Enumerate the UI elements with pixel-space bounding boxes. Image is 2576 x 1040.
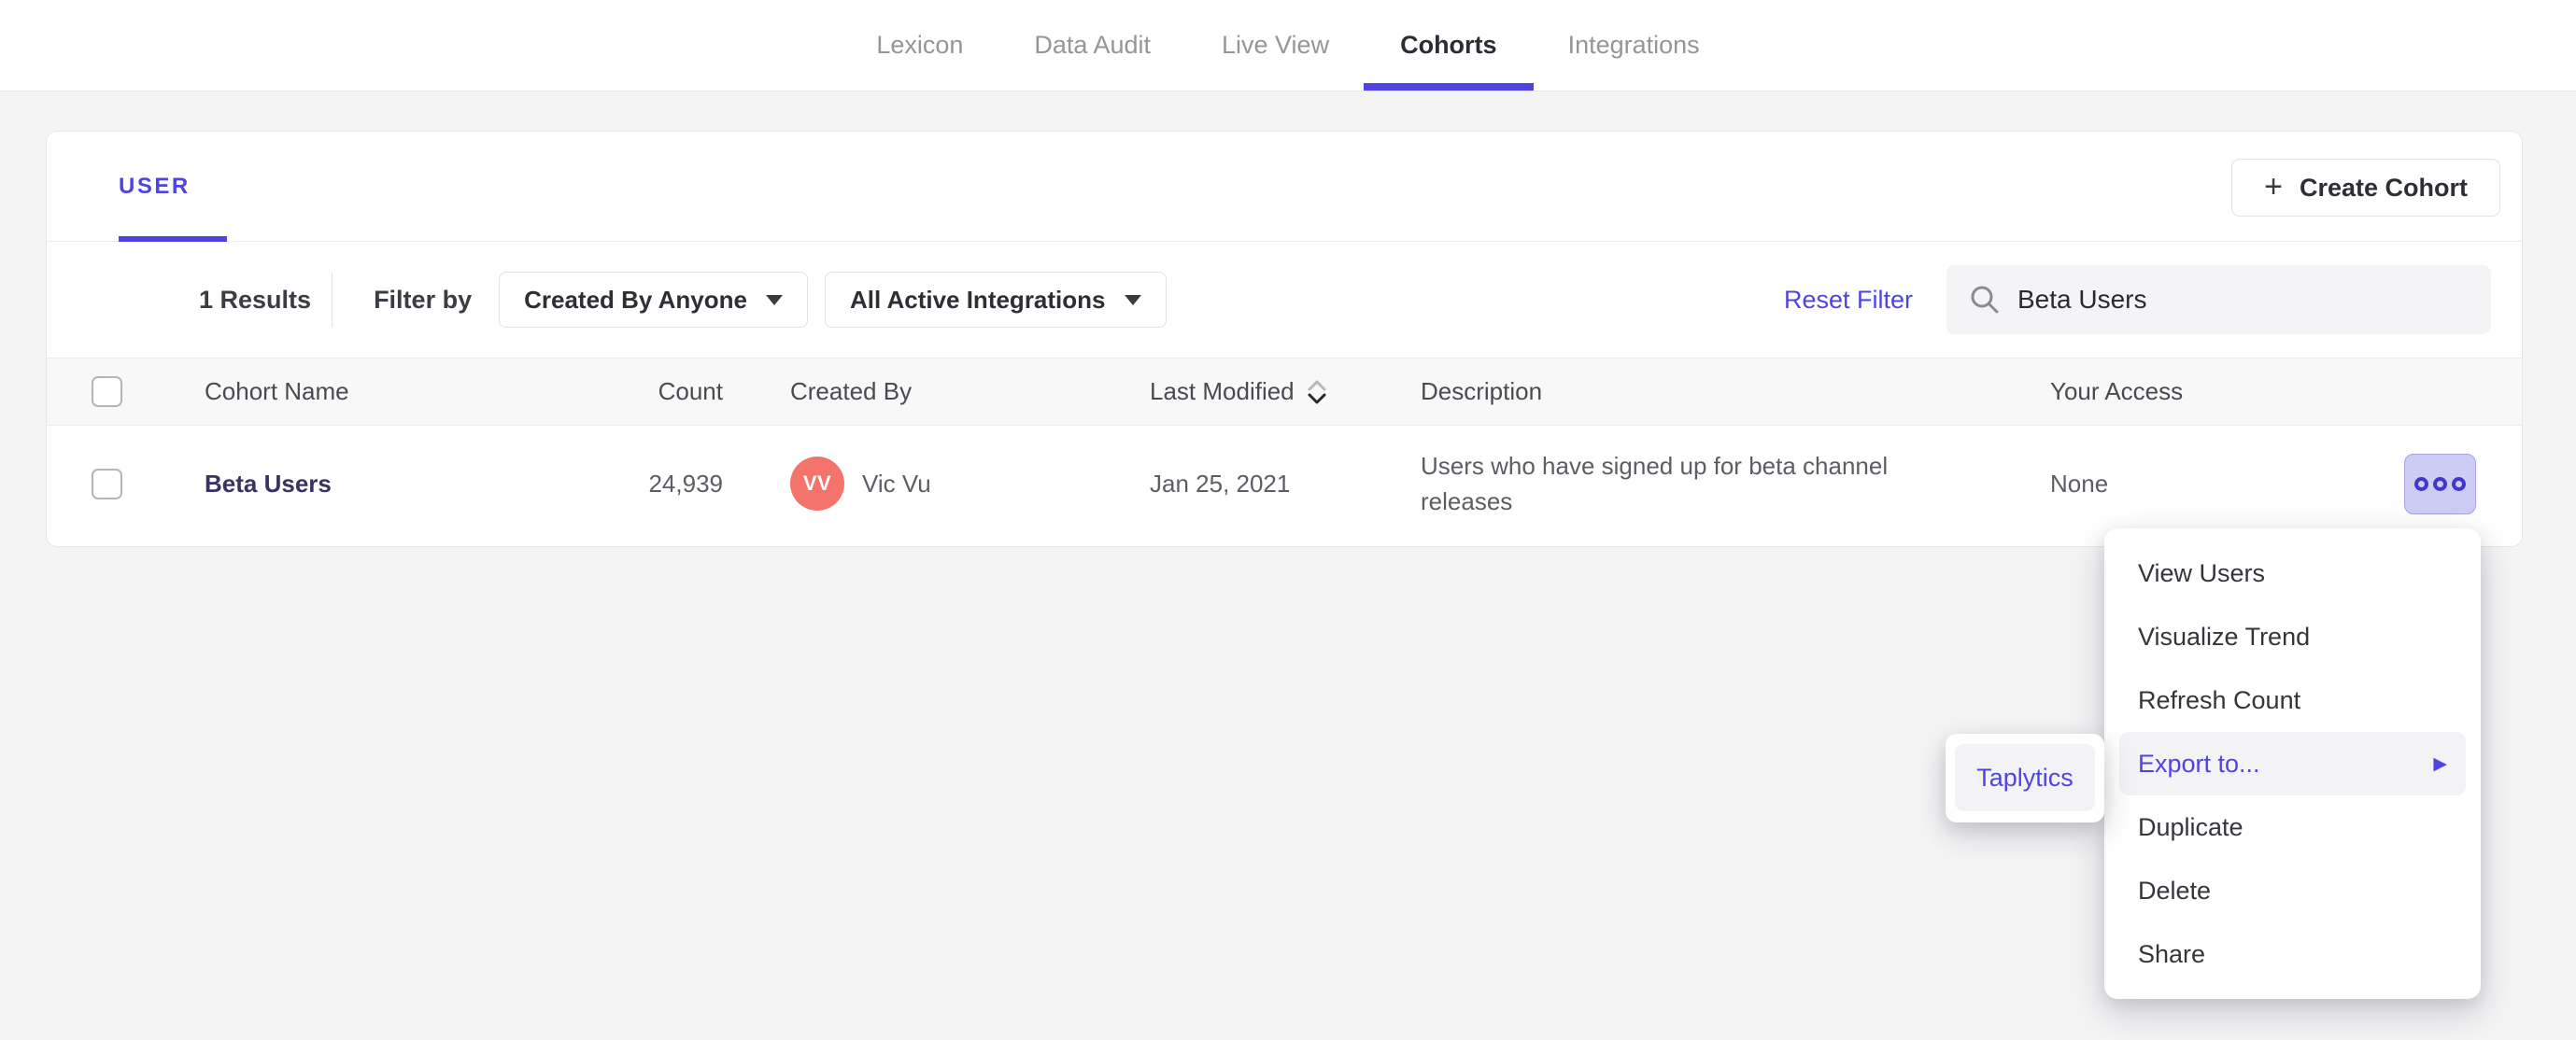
created-by-cell: VV Vic Vu — [790, 457, 1150, 511]
nav-item-cohorts-label: Cohorts — [1400, 31, 1497, 59]
card-tabs-row: USER + Create Cohort — [47, 132, 2522, 242]
top-navigation: Lexicon Data Audit Live View Cohorts Int… — [0, 0, 2576, 91]
menu-item-share[interactable]: Share — [2119, 922, 2466, 986]
nav-item-cohorts[interactable]: Cohorts — [1363, 0, 1534, 91]
header-cohort-name: Cohort Name — [205, 377, 349, 405]
header-last-modified[interactable]: Last Modified — [1150, 377, 1421, 406]
menu-item-refresh-count[interactable]: Refresh Count — [2119, 668, 2466, 732]
sort-icon — [1308, 380, 1326, 403]
chevron-down-icon — [765, 294, 783, 305]
nav-item-lexicon[interactable]: Lexicon — [876, 0, 963, 91]
header-description: Description — [1421, 377, 1543, 405]
search-icon — [1971, 286, 1999, 314]
plus-icon: + — [2264, 168, 2283, 204]
cohorts-card: USER + Create Cohort 1 Results Filter by… — [46, 131, 2523, 547]
access-value: None — [2050, 469, 2109, 498]
reset-filter-link[interactable]: Reset Filter — [1784, 286, 1913, 315]
menu-item-delete[interactable]: Delete — [2119, 859, 2466, 922]
menu-item-visualize-trend[interactable]: Visualize Trend — [2119, 605, 2466, 668]
header-checkbox-cell — [47, 376, 205, 407]
ellipsis-icon — [2433, 476, 2447, 491]
integrations-dropdown[interactable]: All Active Integrations — [824, 272, 1167, 328]
header-count: Count — [658, 377, 723, 405]
submenu-item-taplytics[interactable]: Taplytics — [1955, 744, 2095, 811]
row-actions-cell — [2344, 453, 2522, 514]
header-your-access: Your Access — [2050, 377, 2184, 405]
ellipsis-icon — [2414, 476, 2428, 491]
header-created-by: Created By — [790, 377, 913, 405]
menu-item-duplicate[interactable]: Duplicate — [2119, 795, 2466, 859]
cohort-description: Users who have signed up for beta channe… — [1421, 452, 1889, 515]
search-input[interactable] — [2017, 285, 2469, 315]
last-modified-value: Jan 25, 2021 — [1150, 469, 1291, 498]
results-count: 1 Results — [199, 285, 312, 314]
cohort-count: 24,939 — [648, 469, 723, 498]
row-checkbox[interactable] — [92, 468, 122, 499]
menu-item-view-users[interactable]: View Users — [2119, 541, 2466, 605]
cohort-name-link[interactable]: Beta Users — [205, 470, 610, 499]
created-by-dropdown-value: Created By Anyone — [524, 285, 747, 314]
tab-user-label: USER — [119, 173, 191, 199]
export-submenu: Taplytics — [1946, 734, 2104, 822]
ellipsis-icon — [2452, 476, 2466, 491]
nav-item-integrations[interactable]: Integrations — [1568, 0, 1700, 91]
filter-row: 1 Results Filter by Created By Anyone Al… — [47, 242, 2522, 358]
avatar: VV — [790, 457, 844, 511]
creator-name: Vic Vu — [862, 469, 931, 498]
row-checkbox-cell — [47, 468, 205, 499]
filter-by-label: Filter by — [374, 285, 473, 314]
created-by-dropdown[interactable]: Created By Anyone — [499, 272, 808, 328]
more-options-button[interactable] — [2404, 453, 2476, 514]
menu-item-export-to-label: Export to... — [2138, 749, 2260, 778]
menu-item-export-to[interactable]: Export to... ▶ — [2119, 732, 2466, 795]
create-cohort-button[interactable]: + Create Cohort — [2231, 159, 2500, 217]
create-cohort-label: Create Cohort — [2299, 173, 2468, 202]
integrations-dropdown-value: All Active Integrations — [849, 285, 1106, 314]
vertical-divider — [332, 273, 333, 327]
submenu-arrow-icon: ▶ — [2433, 753, 2447, 774]
header-last-modified-label: Last Modified — [1150, 377, 1295, 405]
select-all-checkbox[interactable] — [92, 376, 122, 407]
nav-item-data-audit[interactable]: Data Audit — [1034, 0, 1151, 91]
tab-user[interactable]: USER — [119, 132, 227, 242]
active-tab-underline — [1363, 83, 1534, 91]
table-header: Cohort Name Count Created By Last Modifi… — [47, 358, 2522, 426]
nav-item-live-view[interactable]: Live View — [1222, 0, 1329, 91]
context-menu: View Users Visualize Trend Refresh Count… — [2104, 528, 2481, 999]
chevron-down-icon — [1124, 294, 1141, 305]
table-row: Beta Users 24,939 VV Vic Vu Jan 25, 2021… — [47, 426, 2522, 541]
search-box — [1946, 265, 2491, 334]
